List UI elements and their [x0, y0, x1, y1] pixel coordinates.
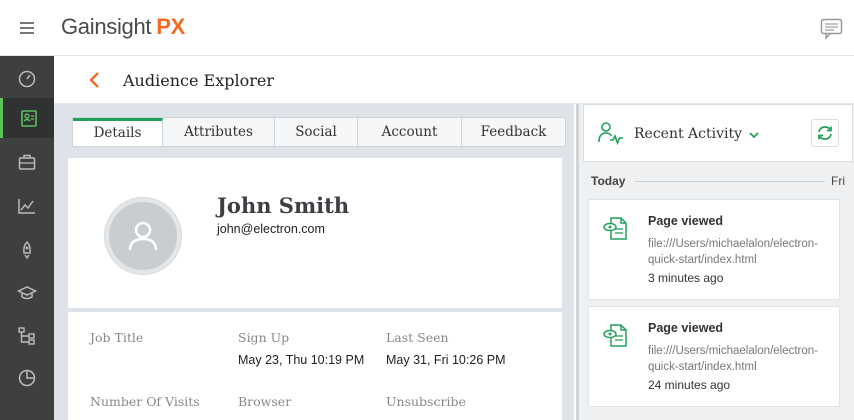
- job-title-label: Job Title: [90, 330, 144, 345]
- activity-time: 24 minutes ago: [648, 378, 731, 392]
- refresh-icon: [818, 126, 832, 140]
- activity-kind: Page viewed: [648, 321, 724, 335]
- hamburger-menu-icon[interactable]: [20, 22, 34, 34]
- activity-time: 3 minutes ago: [648, 271, 724, 285]
- page-header: Audience Explorer: [54, 56, 854, 104]
- page-title: Audience Explorer: [123, 71, 274, 90]
- sidebar-item-knowledge[interactable]: [0, 273, 54, 313]
- user-name: John Smith: [217, 193, 350, 218]
- pie-chart-icon: [18, 369, 36, 387]
- activity-title[interactable]: Recent Activity: [634, 126, 742, 142]
- chevron-down-icon[interactable]: [748, 127, 760, 145]
- sidebar-item-reports[interactable]: [0, 358, 54, 398]
- visits-field: Number Of Visits: [90, 394, 200, 409]
- day-label: Today: [591, 174, 626, 188]
- sidebar-item-engagements[interactable]: [0, 142, 54, 182]
- rocket-icon: [23, 240, 31, 260]
- day-separator: Today Fri: [591, 174, 853, 188]
- user-email: john@electron.com: [217, 222, 325, 236]
- visits-label: Number Of Visits: [90, 394, 200, 409]
- page-viewed-icon: [603, 323, 631, 354]
- activity-url: file:///Users/michaelalon/electron-quick…: [648, 345, 819, 373]
- logo: Gainsight PX: [61, 14, 185, 39]
- unsubscribe-label: Unsubscribe: [386, 394, 466, 409]
- user-icon: [128, 221, 158, 251]
- sidebar-item-analytics[interactable]: [0, 186, 54, 226]
- profile-card: John Smith john@electron.com: [68, 158, 562, 308]
- sign-up-value: May 23, Thu 10:19 PM: [238, 353, 365, 367]
- page-viewed-icon: [603, 216, 631, 247]
- sidebar: [0, 56, 54, 420]
- activity-item[interactable]: Page viewed file:///Users/michaelalon/el…: [588, 306, 840, 407]
- dashboard-icon: [18, 70, 36, 88]
- activity-kind: Page viewed: [648, 214, 724, 228]
- details-panel: Details Attributes Social Account Feedba…: [54, 104, 574, 420]
- main-area: Audience Explorer Details Attributes Soc…: [54, 56, 854, 420]
- sign-up-field: Sign Up May 23, Thu 10:19 PM: [238, 330, 364, 367]
- sidebar-item-audience[interactable]: [0, 98, 54, 138]
- unsubscribe-field: Unsubscribe: [386, 394, 466, 409]
- activity-pulse-icon: [598, 121, 624, 150]
- sidebar-item-journeys[interactable]: [0, 316, 54, 356]
- audience-explorer-icon: [20, 110, 37, 127]
- avatar: [105, 198, 181, 274]
- last-seen-field: Last Seen May 31, Fri 10:26 PM: [386, 330, 506, 367]
- activity-url: file:///Users/michaelalon/electron-quick…: [648, 238, 819, 266]
- tab-bar: Details Attributes Social Account Feedba…: [72, 117, 566, 147]
- sidebar-item-dashboard[interactable]: [0, 58, 54, 98]
- top-bar: Gainsight PX: [0, 0, 854, 56]
- last-seen-label: Last Seen: [386, 330, 449, 345]
- tab-attributes[interactable]: Attributes: [163, 118, 275, 146]
- activity-header: Recent Activity: [583, 104, 853, 162]
- tab-social[interactable]: Social: [275, 118, 358, 146]
- divider: [635, 181, 825, 182]
- hierarchy-icon: [18, 327, 35, 345]
- sign-up-label: Sign Up: [238, 330, 290, 345]
- browser-label: Browser: [238, 394, 292, 409]
- activity-item[interactable]: Page viewed file:///Users/michaelalon/el…: [588, 199, 840, 300]
- last-seen-value: May 31, Fri 10:26 PM: [386, 353, 506, 367]
- day-next-label: Fri: [831, 174, 845, 188]
- graduation-cap-icon: [17, 286, 37, 300]
- briefcase-icon: [18, 154, 36, 170]
- analytics-icon: [18, 199, 35, 214]
- user-info-card: Job Title Sign Up May 23, Thu 10:19 PM L…: [68, 312, 562, 420]
- browser-field: Browser: [238, 394, 291, 409]
- tab-details[interactable]: Details: [73, 118, 163, 146]
- tab-feedback[interactable]: Feedback: [462, 118, 565, 146]
- back-chevron-icon[interactable]: [88, 70, 102, 95]
- recent-activity-panel: Recent Activity Today Fri Page viewed fi…: [576, 104, 854, 420]
- sidebar-item-launch[interactable]: [0, 230, 54, 270]
- refresh-button[interactable]: [811, 119, 839, 147]
- chat-icon[interactable]: [820, 18, 844, 45]
- job-title-field: Job Title: [90, 330, 143, 353]
- tab-account[interactable]: Account: [358, 118, 462, 146]
